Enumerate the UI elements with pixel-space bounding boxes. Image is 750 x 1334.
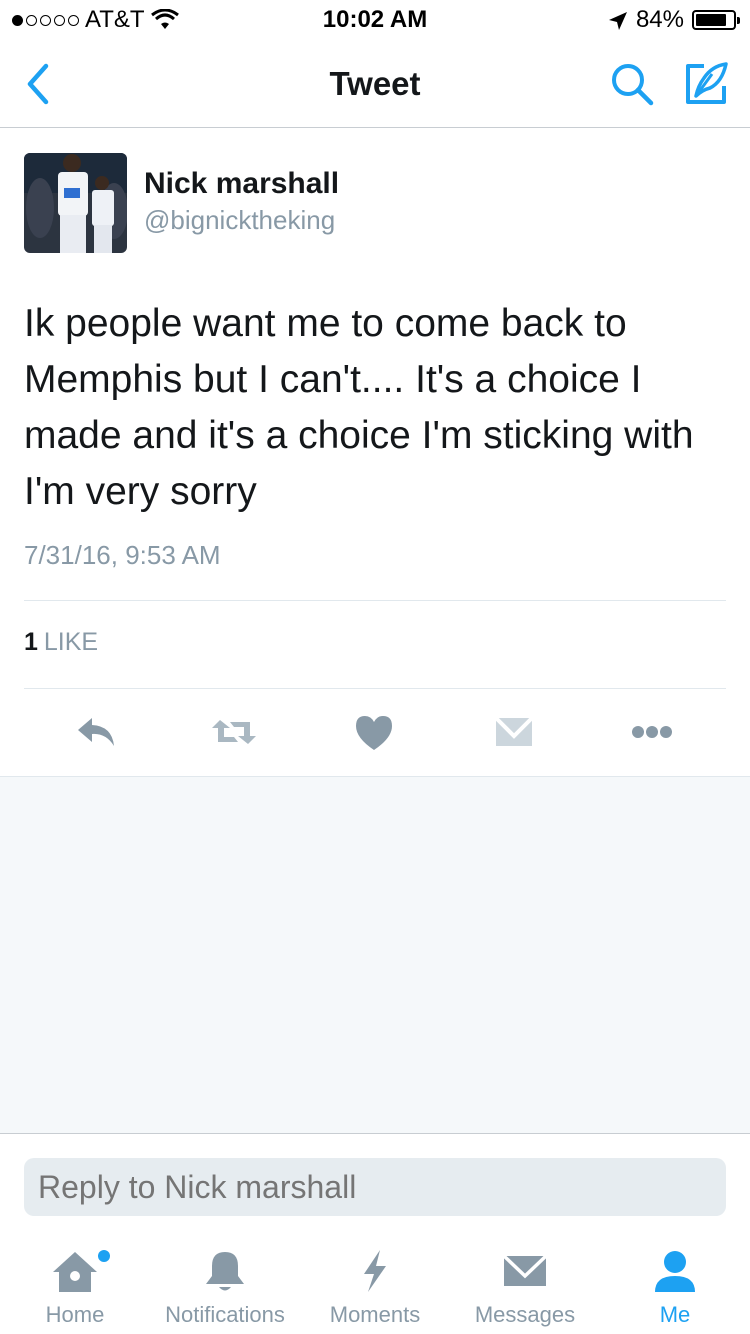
location-arrow-icon xyxy=(608,10,628,30)
tweet-text: Ik people want me to come back to Memphi… xyxy=(24,302,694,513)
battery-percentage: 84% xyxy=(635,6,684,33)
more-icon xyxy=(632,726,672,738)
empty-replies-area xyxy=(0,776,750,1134)
tab-label: Home xyxy=(45,1302,105,1327)
retweet-button[interactable] xyxy=(212,712,256,752)
avatar[interactable] xyxy=(24,153,127,253)
tweet-timestamp: 7/31/16, 9:53 AM xyxy=(24,540,221,570)
tab-me[interactable]: Me xyxy=(600,1238,750,1334)
divider xyxy=(24,688,726,689)
status-bar: AT&T 10:02 AM 84% xyxy=(0,0,750,40)
tab-label: Moments xyxy=(329,1302,421,1327)
search-icon xyxy=(612,64,654,106)
like-label: LIKE xyxy=(43,628,99,656)
chevron-left-icon xyxy=(27,63,49,105)
tab-notifications[interactable]: Notifications xyxy=(150,1238,300,1334)
bell-icon xyxy=(200,1248,250,1294)
navigation-bar: Tweet xyxy=(0,40,750,128)
back-button[interactable] xyxy=(16,60,64,108)
tweet-actions xyxy=(0,704,750,760)
envelope-icon xyxy=(500,1248,550,1294)
divider xyxy=(24,600,726,601)
person-icon xyxy=(650,1248,700,1294)
battery-icon xyxy=(692,10,740,30)
tab-moments[interactable]: Moments xyxy=(300,1238,450,1334)
author-name[interactable]: Nick marshall xyxy=(144,167,339,201)
tab-home[interactable]: Home xyxy=(0,1238,150,1334)
home-notification-dot xyxy=(98,1250,110,1262)
retweet-icon xyxy=(212,720,256,744)
author-handle[interactable]: @bignicktheking xyxy=(144,205,335,236)
tab-label: Messages xyxy=(474,1302,576,1327)
like-count: 1 xyxy=(24,628,38,656)
tweet-author[interactable]: Nick marshall @bignicktheking xyxy=(24,153,726,253)
direct-message-icon xyxy=(494,716,534,746)
like-stats[interactable]: 1 LIKE xyxy=(24,628,98,657)
heart-icon xyxy=(356,716,392,750)
compose-button[interactable] xyxy=(682,60,730,108)
tab-messages[interactable]: Messages xyxy=(450,1238,600,1334)
more-button[interactable] xyxy=(630,712,674,752)
status-right: 84% xyxy=(608,6,740,34)
lightning-icon xyxy=(350,1248,400,1294)
direct-message-button[interactable] xyxy=(492,712,536,752)
compose-icon xyxy=(686,62,728,104)
tab-bar: Home Notifications Moments Messages Me xyxy=(0,1238,750,1334)
tab-label: Me xyxy=(659,1302,691,1327)
home-icon xyxy=(50,1248,100,1294)
tab-label: Notifications xyxy=(165,1302,285,1327)
reply-input[interactable] xyxy=(24,1158,726,1216)
reply-icon xyxy=(78,718,114,746)
search-button[interactable] xyxy=(608,60,656,108)
reply-button[interactable] xyxy=(74,712,118,752)
like-button[interactable] xyxy=(352,712,396,752)
